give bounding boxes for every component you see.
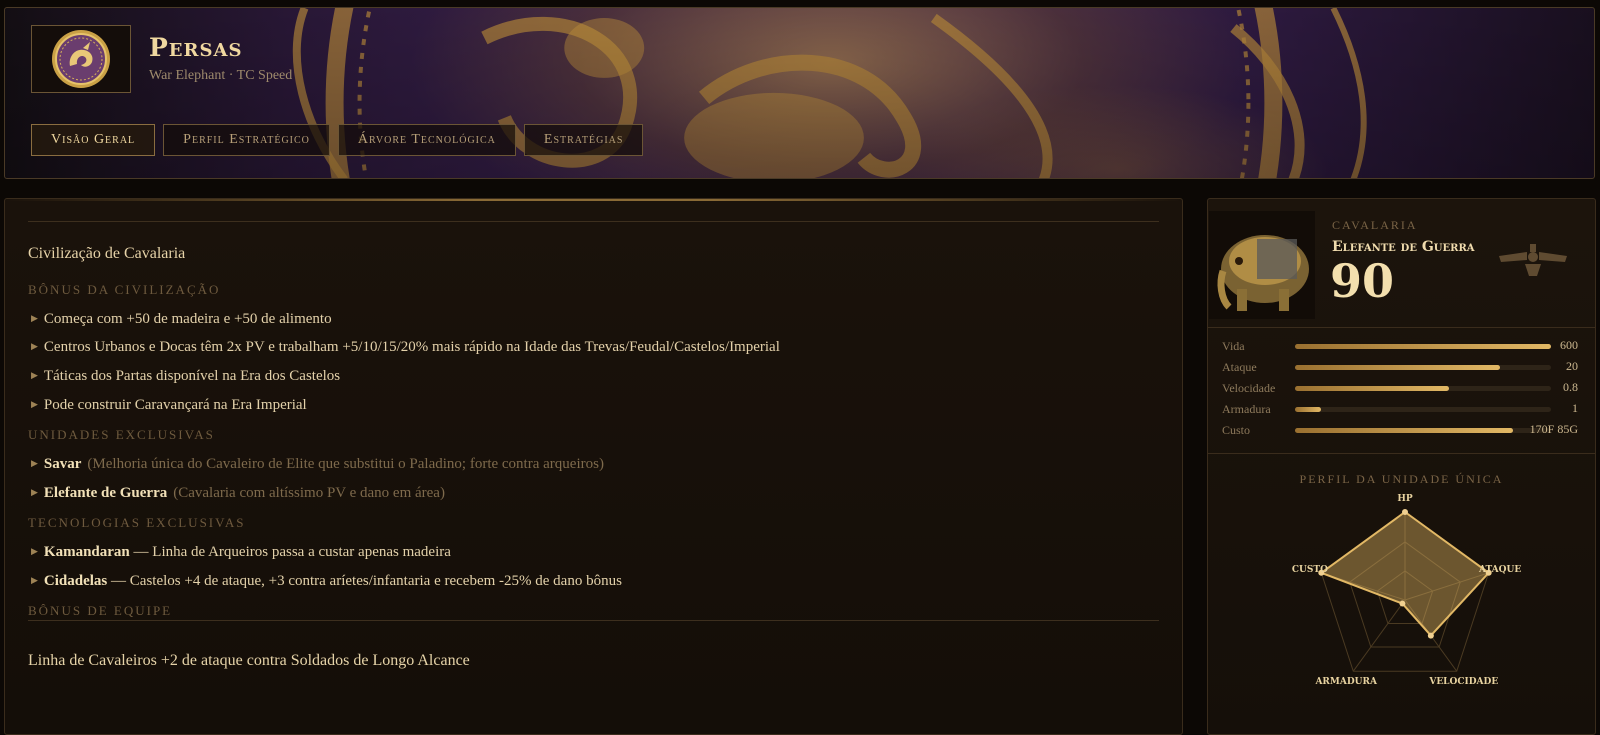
stats-divider <box>1207 327 1596 328</box>
stat-bar-fill <box>1295 344 1551 349</box>
radar-point <box>1427 632 1434 639</box>
stat-label: Velocidade <box>1222 381 1276 395</box>
unique-tech-item: ▶ Cidadelas — Castelos +4 de ataque, +3 c… <box>31 573 622 589</box>
tab-strategic-profile[interactable]: Perfil Estratégico <box>163 124 330 156</box>
team-bonus-text: Linha de Cavaleiros +2 de ataque contra … <box>28 652 470 669</box>
stat-row-hp: Vida 600 <box>1222 338 1582 353</box>
unique-unit-item: ▶ Savar (Melhoria única do Cavaleiro de El… <box>31 456 604 472</box>
bullet-triangle-icon: ▶ <box>31 399 38 409</box>
panel-top-accent <box>5 199 1182 201</box>
top-divider <box>28 221 1159 222</box>
stat-value: 0.8 <box>1563 380 1578 394</box>
tab-overview[interactable]: Visão Geral <box>31 124 156 156</box>
war-elephant-portrait <box>1209 211 1315 319</box>
stat-bar <box>1295 344 1551 349</box>
civ-emblem <box>31 25 131 93</box>
bullet-triangle-icon: ▶ <box>31 341 38 351</box>
unit-radar-chart: HP ATAQUE VELOCIDADE ARMADURA CUSTO <box>1292 494 1521 687</box>
bonus-item: ▶ Centros Urbanos e Docas têm 2x PV e tra… <box>31 339 780 355</box>
stat-row-armor: Armadura 1 <box>1222 401 1582 416</box>
unit-name: Elefante de Guerra <box>1332 239 1475 255</box>
radar-axis-label: ARMADURA <box>1314 677 1378 687</box>
stat-bar <box>1295 365 1551 370</box>
radar-axis-label: ATAQUE <box>1478 565 1521 575</box>
radar-axis-label: HP <box>1397 494 1413 504</box>
persian-griffin-emblem-icon <box>52 30 110 88</box>
section-unique-units: Unidades Exclusivas <box>28 427 215 442</box>
stat-value: 20 <box>1566 359 1578 373</box>
tab-tech-tree[interactable]: Árvore Tecnológica <box>337 124 516 156</box>
stat-value: 600 <box>1560 338 1578 352</box>
stat-bar-fill <box>1295 428 1513 433</box>
stat-row-attack: Ataque 20 <box>1222 359 1582 374</box>
bullet-triangle-icon: ▶ <box>31 370 38 380</box>
radar-axis-line <box>1352 599 1406 672</box>
unit-score: 90 <box>1330 254 1395 308</box>
radar-axis-label: VELOCIDADE <box>1428 677 1498 687</box>
section-unique-techs: Tecnologias Exclusivas <box>28 515 246 530</box>
unit-category: Cavalaria <box>1332 218 1418 232</box>
radar-axis-label: CUSTO <box>1292 565 1328 575</box>
tab-bar: Visão Geral Perfil Estratégico Árvore Te… <box>31 124 644 156</box>
bullet-triangle-icon: ▶ <box>31 575 38 585</box>
section-team-bonus: Bônus de Equipe <box>28 603 173 618</box>
radar-series-area <box>1319 510 1491 638</box>
profile-divider <box>1207 453 1596 454</box>
unique-unit-item: ▶ Elefante de Guerra (Cavalaria com altíss… <box>31 485 445 501</box>
civ-title: Persas <box>149 33 243 62</box>
faravahar-icon <box>1499 244 1567 276</box>
stat-label: Armadura <box>1222 402 1271 416</box>
civ-subtitle: War Elephant · TC Speed <box>149 68 293 83</box>
stat-label: Vida <box>1222 339 1245 353</box>
bullet-triangle-icon: ▶ <box>31 546 38 556</box>
radar-point <box>1402 509 1408 515</box>
profile-title: Perfil da Unidade Única <box>1299 472 1504 486</box>
stat-label: Custo <box>1222 423 1251 437</box>
stat-bar-fill <box>1295 386 1449 391</box>
tab-strategies[interactable]: Estratégias <box>523 124 644 156</box>
bullet-triangle-icon: ▶ <box>31 313 38 323</box>
stat-value: 170F 85G <box>1529 422 1578 436</box>
radar-point <box>1399 600 1406 607</box>
stat-bar-fill <box>1295 365 1500 370</box>
stat-bar <box>1295 428 1551 433</box>
section-civ-bonus: Bônus da Civilização <box>28 282 221 297</box>
bonus-item: ▶ Táticas dos Partas disponível na Era do… <box>31 368 341 384</box>
stat-row-cost: Custo 170F 85G <box>1222 422 1582 437</box>
stat-bar <box>1295 386 1551 391</box>
team-divider <box>28 620 1159 621</box>
stat-row-speed: Velocidade 0.8 <box>1222 380 1582 395</box>
stat-label: Ataque <box>1222 360 1257 374</box>
unique-tech-item: ▶ Kamandaran — Linha de Arqueiros passa a… <box>31 544 451 560</box>
bonus-item: ▶ Pode construir Caravançará na Era Imper… <box>31 397 307 413</box>
stat-bar-fill <box>1295 407 1321 412</box>
stat-value: 1 <box>1572 401 1578 415</box>
bonus-item: ▶ Começa com +50 de madeira e +50 de alim… <box>31 311 332 327</box>
stat-bar <box>1295 407 1551 412</box>
bullet-triangle-icon: ▶ <box>31 487 38 497</box>
civ-type-heading: Civilização de Cavalaria <box>28 245 186 262</box>
bullet-triangle-icon: ▶ <box>31 458 38 468</box>
